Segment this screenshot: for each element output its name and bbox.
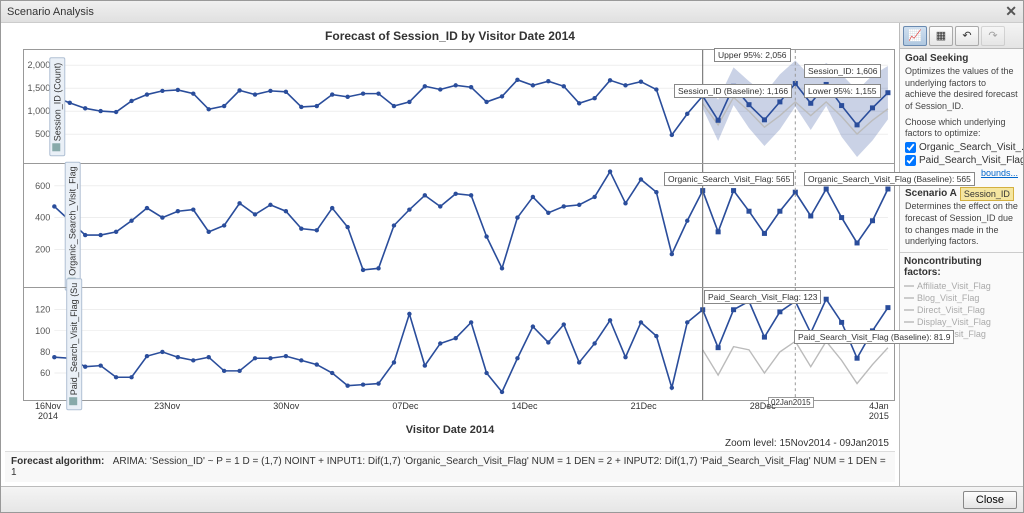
chart-line-icon[interactable]: 📈: [903, 26, 927, 46]
x-axis-title: Visitor Date 2014: [5, 424, 895, 436]
plot-organic[interactable]: 200 400 600: [24, 164, 894, 287]
noncontributing-section: Noncontributing factors: Affiliate_Visit…: [900, 252, 1023, 486]
goal-seeking-text: Optimizes the values of the underlying f…: [905, 66, 1018, 113]
plot-paid[interactable]: 60 80 100 120: [24, 288, 894, 400]
svg-text:80: 80: [40, 347, 50, 357]
chk-paid-input[interactable]: [905, 155, 916, 166]
scenario-heading: Scenario A: [905, 188, 957, 199]
x-tick-label: 07Dec: [392, 401, 418, 422]
noncontributing-item: Affiliate_Visit_Flag: [904, 280, 1019, 292]
panel-organic: Organic_Search_Visit_Flag 200400600 Orga…: [23, 163, 895, 287]
toolbar: 📈 ▦ ↶ ↷: [900, 23, 1023, 49]
chk-paid[interactable]: Paid_Search_Visit_Flag: [905, 155, 1018, 166]
svg-text:400: 400: [35, 213, 50, 223]
undo-icon[interactable]: ↶: [955, 26, 979, 46]
side-pane: 📈 ▦ ↶ ↷ Goal Seeking Optimizes the value…: [899, 23, 1023, 486]
table-icon[interactable]: ▦: [929, 26, 953, 46]
panels: Session_ID (Count) 5001,0001,5002,000 Up…: [23, 49, 895, 401]
svg-text:2,000: 2,000: [28, 60, 51, 70]
x-tick-label: 4Jan 2015: [869, 401, 889, 422]
noncontributing-item: Display_Visit_Flag: [904, 316, 1019, 328]
noncontributing-list: Affiliate_Visit_FlagBlog_Visit_FlagDirec…: [904, 280, 1019, 340]
svg-text:1,500: 1,500: [28, 83, 51, 93]
scenario-text: Determines the effect on the forecast of…: [905, 201, 1018, 248]
x-tick-label: 30Nov: [273, 401, 299, 422]
goal-seeking-heading: Goal Seeking: [905, 53, 1018, 64]
x-tick-label: 21Dec: [631, 401, 657, 422]
x-tick-label: 16Nov 2014: [35, 401, 61, 422]
noncontributing-item: Social_Visit_Flag: [904, 328, 1019, 340]
ylabel-session-id[interactable]: Session_ID (Count): [49, 57, 65, 156]
scenario-section: Scenario A Session_ID Determines the eff…: [900, 183, 1023, 252]
algo-label: Forecast algorithm:: [11, 456, 104, 467]
close-button[interactable]: Close: [963, 491, 1017, 509]
chart-area: Forecast of Session_ID by Visitor Date 2…: [1, 23, 899, 486]
bounds-link[interactable]: bounds...: [981, 168, 1018, 178]
svg-text:60: 60: [40, 368, 50, 378]
x-tick-label: 14Dec: [512, 401, 538, 422]
svg-text:1,000: 1,000: [28, 106, 51, 116]
panel-session-id: Session_ID (Count) 5001,0001,5002,000 Up…: [23, 49, 895, 163]
noncontributing-heading: Noncontributing factors:: [904, 256, 1019, 278]
noncontributing-item: Blog_Visit_Flag: [904, 292, 1019, 304]
choose-factors-text: Choose which underlying factors to optim…: [905, 117, 1018, 140]
ylabel-paid[interactable]: Paid_Search_Visit_Flag (Su: [66, 278, 82, 410]
noncontributing-item: Direct_Visit_Flag: [904, 304, 1019, 316]
chk-organic-input[interactable]: [905, 142, 916, 153]
ylabel-organic[interactable]: Organic_Search_Visit_Flag: [65, 161, 81, 290]
x-axis-labels: 16Nov 2014 23Nov 30Nov 07Dec 14Dec 21Dec 28Dec…: [35, 401, 889, 422]
x-tick-label: 23Nov: [154, 401, 180, 422]
scenario-badge: Session_ID: [960, 187, 1014, 201]
algo-text: ARIMA: 'Session_ID' ~ P = 1 D = (1,7) NO…: [11, 456, 886, 478]
chart-title: Forecast of Session_ID by Visitor Date 2…: [5, 29, 895, 43]
pin-icon: [52, 143, 60, 151]
footer: Close: [1, 486, 1023, 512]
svg-text:200: 200: [35, 244, 50, 254]
plot-session-id[interactable]: 500 1,000 1,500 2,000: [24, 50, 894, 163]
x-tick-label: 28Dec: [750, 401, 776, 422]
redo-icon[interactable]: ↷: [981, 26, 1005, 46]
svg-text:100: 100: [35, 326, 50, 336]
svg-text:500: 500: [35, 129, 50, 139]
window-title: Scenario Analysis: [7, 6, 94, 18]
scenario-analysis-window: Scenario Analysis ✕ Forecast of Session_…: [0, 0, 1024, 513]
svg-text:120: 120: [35, 305, 50, 315]
svg-text:600: 600: [35, 181, 50, 191]
zoom-level-text: Zoom level: 15Nov2014 - 09Jan2015: [5, 436, 895, 451]
content: Forecast of Session_ID by Visitor Date 2…: [1, 23, 1023, 486]
chk-organic[interactable]: Organic_Search_Visit_...: [905, 142, 1018, 153]
close-icon[interactable]: ✕: [1005, 3, 1017, 20]
panel-paid: Paid_Search_Visit_Flag (Su 6080100120 Pa…: [23, 287, 895, 401]
titlebar: Scenario Analysis ✕: [1, 1, 1023, 23]
goal-seeking-section: Goal Seeking Optimizes the values of the…: [900, 49, 1023, 183]
forecast-algorithm-line: Forecast algorithm: ARIMA: 'Session_ID' …: [5, 451, 895, 482]
